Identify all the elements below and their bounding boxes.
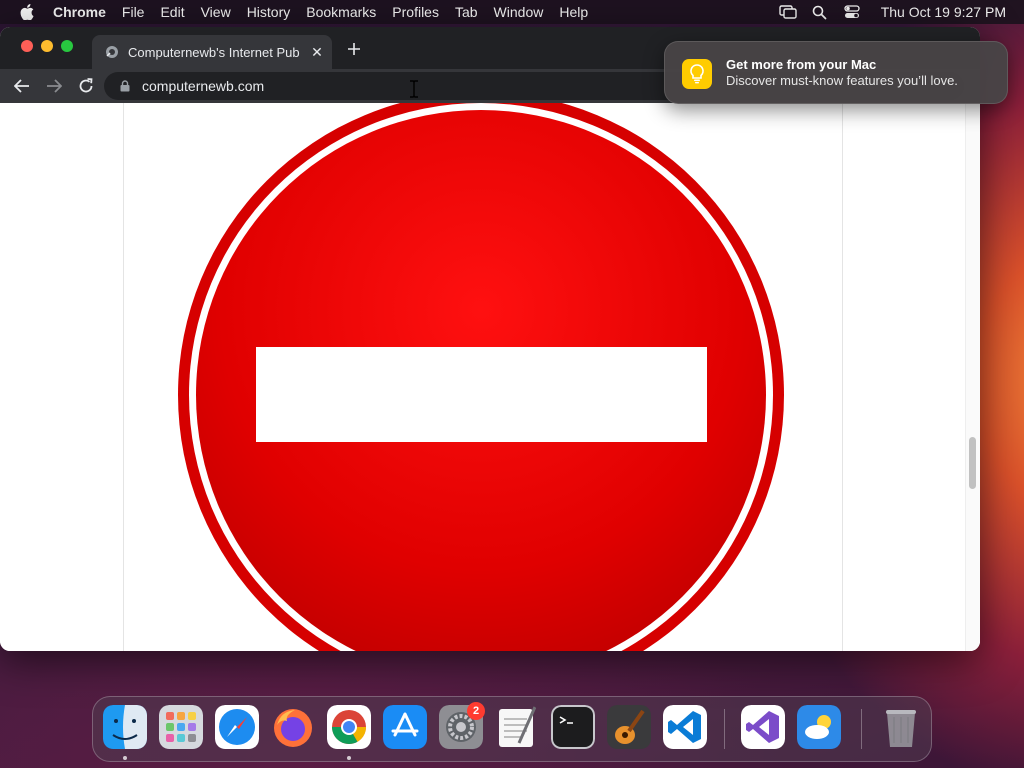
safari-icon xyxy=(215,705,259,749)
dock-running-indicator xyxy=(123,756,127,760)
vscode-icon xyxy=(663,705,707,749)
app-store-icon xyxy=(383,705,427,749)
firefox-icon xyxy=(274,709,312,747)
menu-extras: Thu Oct 19 9:27 PM xyxy=(779,0,1006,24)
menu-tab[interactable]: Tab xyxy=(447,0,486,24)
menu-edit[interactable]: Edit xyxy=(152,0,192,24)
notification-banner[interactable]: Get more from your Mac Discover must-kno… xyxy=(664,41,1008,104)
back-button[interactable] xyxy=(12,76,32,96)
dock-running-indicator xyxy=(347,756,351,760)
text-cursor-icon xyxy=(410,80,418,98)
menu-bookmarks[interactable]: Bookmarks xyxy=(298,0,384,24)
dock-vscode[interactable] xyxy=(663,705,707,749)
system-settings-badge: 2 xyxy=(467,702,485,720)
menu-app-name[interactable]: Chrome xyxy=(53,0,114,24)
menu-file[interactable]: File xyxy=(114,0,153,24)
finder-icon xyxy=(103,705,147,749)
no-entry-sign-image xyxy=(178,103,784,651)
tab-computernewb[interactable]: Computernewb's Internet Pub ✕ xyxy=(92,35,332,69)
menu-bar: Chrome File Edit View History Bookmarks … xyxy=(0,0,1024,24)
spotlight-search-icon[interactable] xyxy=(811,3,829,21)
dock xyxy=(92,696,932,762)
notification-title: Get more from your Mac xyxy=(726,57,877,72)
menubar-clock[interactable]: Thu Oct 19 9:27 PM xyxy=(881,4,1006,20)
dock-terminal[interactable] xyxy=(551,705,595,749)
chrome-icon xyxy=(327,705,371,749)
lightbulb-icon xyxy=(682,59,712,89)
apple-menu-icon[interactable] xyxy=(19,4,35,20)
minimize-window-button[interactable] xyxy=(41,40,53,52)
weather-icon xyxy=(797,705,841,749)
scrollbar-thumb[interactable] xyxy=(969,437,976,489)
visual-studio-icon xyxy=(741,705,785,749)
dock-finder[interactable] xyxy=(103,705,147,749)
url-text[interactable]: computernewb.com xyxy=(142,78,264,94)
terminal-icon xyxy=(551,705,595,749)
dock-weather[interactable] xyxy=(797,705,841,749)
dock-textedit[interactable] xyxy=(495,705,539,749)
close-window-button[interactable] xyxy=(21,40,33,52)
control-center-icon[interactable] xyxy=(843,3,861,21)
dock-chrome[interactable] xyxy=(327,705,371,749)
launchpad-icon xyxy=(159,705,203,749)
dock-trash[interactable] xyxy=(879,705,923,749)
dock-safari[interactable] xyxy=(215,705,259,749)
dock-app-store[interactable] xyxy=(383,705,427,749)
dock-visual-studio[interactable] xyxy=(741,705,785,749)
lock-icon[interactable] xyxy=(118,79,132,93)
dock-separator xyxy=(861,709,862,749)
new-tab-button[interactable] xyxy=(344,39,364,59)
menu-help[interactable]: Help xyxy=(551,0,596,24)
dock-separator xyxy=(724,709,725,749)
fullscreen-window-button[interactable] xyxy=(61,40,73,52)
trash-icon xyxy=(886,710,916,747)
menu-window[interactable]: Window xyxy=(486,0,552,24)
chrome-window: Computernewb's Internet Pub ✕ computerne… xyxy=(0,27,980,651)
garageband-icon xyxy=(607,705,651,749)
tab-close-icon[interactable]: ✕ xyxy=(308,43,326,61)
notification-body: Discover must-know features you’ll love. xyxy=(726,73,958,88)
screen-mirroring-icon[interactable] xyxy=(779,3,797,21)
reload-button[interactable] xyxy=(76,76,96,96)
page-viewport xyxy=(0,103,980,651)
menu-profiles[interactable]: Profiles xyxy=(384,0,447,24)
menu-history[interactable]: History xyxy=(239,0,299,24)
textedit-icon xyxy=(499,706,537,747)
tab-title: Computernewb's Internet Pub xyxy=(128,44,300,60)
scrollbar-track[interactable] xyxy=(965,103,980,651)
computernewb-favicon xyxy=(104,44,120,60)
dock-launchpad[interactable] xyxy=(159,705,203,749)
forward-button[interactable] xyxy=(44,76,64,96)
dock-garageband[interactable] xyxy=(607,705,651,749)
menu-view[interactable]: View xyxy=(193,0,239,24)
dock-firefox[interactable] xyxy=(271,705,315,749)
